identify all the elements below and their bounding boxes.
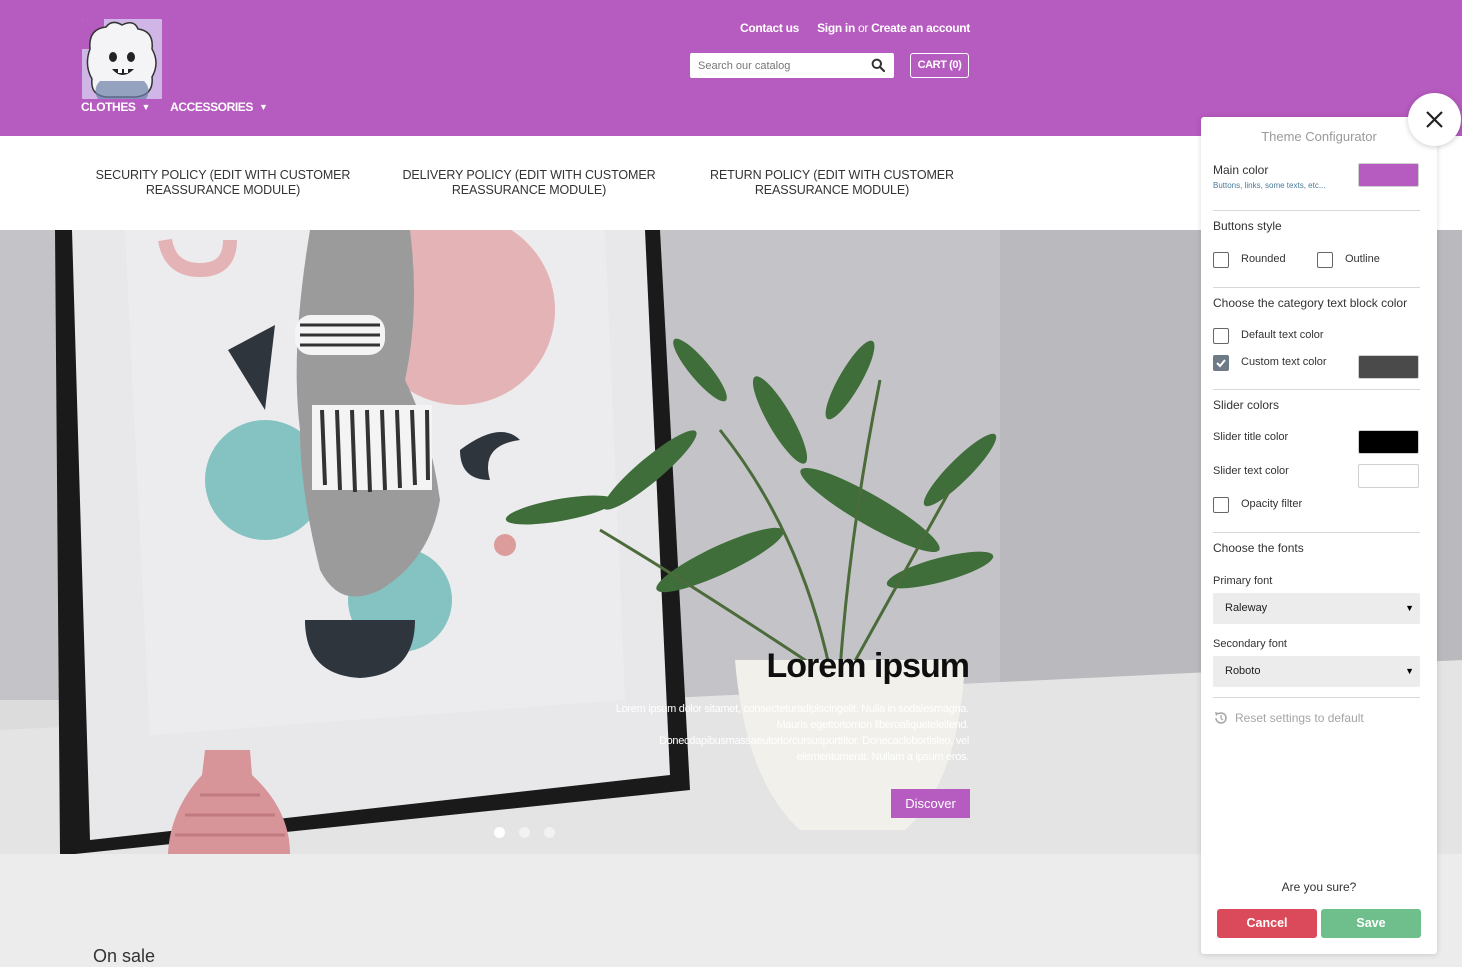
create-account-link[interactable]: Create an account [871, 21, 970, 35]
default-text-color-checkbox[interactable] [1213, 328, 1229, 344]
close-configurator-button[interactable] [1408, 93, 1461, 146]
primary-font-value: Raleway [1225, 602, 1268, 614]
secondary-font-select[interactable]: Roboto ▼ [1213, 656, 1420, 687]
menu-item-label: ACCESSORIES [170, 100, 254, 114]
divider [1213, 532, 1420, 533]
menu-item-label: CLOTHES [81, 100, 136, 114]
default-text-color-label: Default text color [1241, 329, 1324, 341]
dropdown-arrow-icon: ▼ [1405, 603, 1414, 613]
rounded-checkbox[interactable] [1213, 252, 1229, 268]
reset-settings-link[interactable]: Reset settings to default [1213, 710, 1364, 726]
save-button[interactable]: Save [1321, 909, 1421, 938]
divider [1213, 287, 1420, 288]
custom-text-color-checkbox[interactable] [1213, 355, 1229, 371]
slider-title-color-label: Slider title color [1213, 431, 1289, 443]
dropdown-arrow-icon: ▼ [1405, 666, 1414, 676]
slide-title: Lorem ipsum [766, 647, 970, 685]
site-header: Contact us Sign inorCreate an account CA… [0, 0, 1462, 136]
reassurance-line: SECURITY POLICY (EDIT WITH CUSTOMER [95, 168, 351, 182]
divider [1213, 210, 1420, 211]
check-icon [1216, 359, 1226, 368]
search-input[interactable] [690, 53, 862, 78]
divider [1213, 697, 1420, 698]
outline-label: Outline [1345, 253, 1380, 265]
outline-checkbox[interactable] [1317, 252, 1333, 268]
secondary-font-value: Roboto [1225, 665, 1261, 677]
category-color-label: Choose the category text block color [1213, 296, 1408, 310]
reset-label: Reset settings to default [1235, 711, 1364, 725]
sign-in-link[interactable]: Sign in [817, 21, 855, 35]
slider-title-color-swatch[interactable] [1358, 430, 1419, 454]
fonts-label: Choose the fonts [1213, 541, 1304, 555]
discover-button[interactable]: Discover [891, 789, 970, 818]
reassurance-delivery: DELIVERY POLICY (EDIT WITH CUSTOMER REAS… [391, 168, 667, 198]
slide-text: Lorem ipsum dolor sitamet, consecteturad… [615, 703, 970, 763]
reassurance-security: SECURITY POLICY (EDIT WITH CUSTOMER REAS… [85, 168, 361, 198]
main-color-swatch[interactable] [1358, 163, 1419, 187]
reassurance-line: REASSURANCE MODULE) [754, 183, 910, 197]
opacity-filter-label: Opacity filter [1241, 498, 1303, 510]
slider-dot-2[interactable] [519, 827, 530, 838]
custom-text-color-swatch[interactable] [1358, 355, 1419, 379]
main-color-hint: Buttons, links, some texts, etc... [1213, 181, 1326, 190]
reassurance-line: REASSURANCE MODULE) [145, 183, 301, 197]
reassurance-return: RETURN POLICY (EDIT WITH CUSTOMER REASSU… [694, 168, 970, 198]
slider-dot-1[interactable] [494, 827, 505, 838]
primary-font-select[interactable]: Raleway ▼ [1213, 593, 1420, 624]
cancel-button[interactable]: Cancel [1217, 909, 1317, 938]
reassurance-line: DELIVERY POLICY (EDIT WITH CUSTOMER [402, 168, 656, 182]
search-icon[interactable] [871, 58, 886, 73]
slider-colors-label: Slider colors [1213, 398, 1280, 412]
search-box [690, 53, 894, 78]
opacity-filter-checkbox[interactable] [1213, 497, 1229, 513]
reset-icon [1215, 712, 1227, 724]
buttons-style-label: Buttons style [1213, 219, 1282, 233]
secondary-font-label: Secondary font [1213, 638, 1287, 650]
slider-text-color-label: Slider text color [1213, 465, 1289, 477]
main-color-label: Main color [1213, 163, 1269, 177]
cart-button[interactable]: CART (0) [910, 53, 969, 78]
on-sale-heading: On sale [93, 946, 156, 966]
main-menu: CLOTHES ▼ ACCESSORIES ▼ [81, 100, 268, 114]
configurator-title: Theme Configurator [1261, 129, 1377, 144]
close-icon [1426, 111, 1443, 128]
shop-logo[interactable] [82, 19, 162, 99]
slider-text-color-swatch[interactable] [1358, 464, 1419, 488]
custom-text-color-label: Custom text color [1241, 356, 1327, 368]
rounded-label: Rounded [1241, 253, 1286, 265]
reassurance-line: RETURN POLICY (EDIT WITH CUSTOMER [710, 168, 954, 182]
slider-dot-3[interactable] [544, 827, 555, 838]
contact-us-link[interactable]: Contact us [740, 21, 799, 35]
reassurance-line: REASSURANCE MODULE) [451, 183, 607, 197]
confirm-text: Are you sure? [1281, 880, 1357, 894]
menu-item-accessories[interactable]: ACCESSORIES ▼ [170, 100, 268, 114]
menu-item-clothes[interactable]: CLOTHES ▼ [81, 100, 150, 114]
slider-pagination [494, 827, 555, 838]
primary-font-label: Primary font [1213, 575, 1273, 587]
top-links: Contact us Sign in or Create an account [740, 21, 970, 35]
or-text: or [857, 21, 869, 35]
chevron-down-icon: ▼ [141, 102, 151, 112]
chevron-down-icon: ▼ [259, 102, 268, 112]
divider [1213, 389, 1420, 390]
theme-configurator-panel: Theme Configurator Main color Buttons, l… [1201, 117, 1437, 954]
